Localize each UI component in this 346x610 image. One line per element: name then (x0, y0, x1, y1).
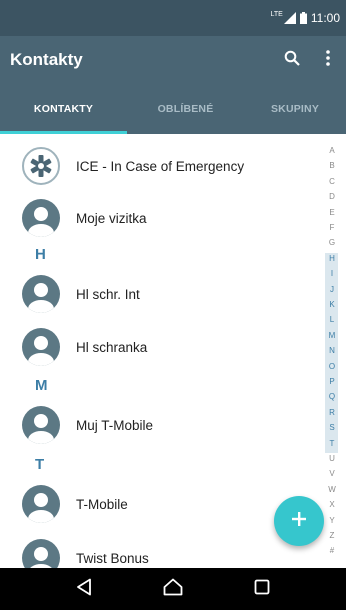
status-bar: LTE 11:00 (0, 0, 346, 36)
index-letter[interactable]: D (318, 192, 346, 201)
index-letter[interactable]: O (318, 362, 346, 371)
index-letter[interactable]: # (318, 546, 346, 555)
home-button[interactable] (153, 569, 193, 609)
contact-row[interactable]: Moje vizitka (0, 192, 318, 244)
tab-skupiny[interactable]: SKUPINY (244, 84, 346, 134)
contact-row-ice[interactable]: ICE - In Case of Emergency (0, 140, 318, 192)
contact-row[interactable]: Hl schranka (0, 321, 318, 373)
index-letter[interactable]: K (318, 300, 346, 309)
ice-icon (22, 147, 60, 185)
index-letter[interactable]: W (318, 485, 346, 494)
index-letter[interactable]: P (318, 377, 346, 386)
app-toolbar: Kontakty (0, 36, 346, 84)
index-letter[interactable]: L (318, 315, 346, 324)
index-letter[interactable]: V (318, 469, 346, 478)
person-icon (22, 539, 60, 568)
page-title: Kontakty (10, 50, 83, 69)
more-options-button[interactable] (310, 42, 346, 78)
person-icon (22, 406, 60, 444)
more-vert-icon (326, 49, 330, 71)
index-letter[interactable]: S (318, 423, 346, 432)
recents-button[interactable] (242, 569, 282, 609)
contact-name: Twist Bonus (76, 550, 149, 566)
back-icon (76, 578, 92, 601)
system-nav-bar (0, 568, 346, 610)
index-letter[interactable]: X (318, 500, 346, 509)
battery-icon (299, 12, 307, 24)
index-letter[interactable]: R (318, 408, 346, 417)
person-icon (22, 275, 60, 313)
index-letter[interactable]: Z (318, 531, 346, 540)
index-letter[interactable]: U (318, 454, 346, 463)
contact-name: Muj T-Mobile (76, 417, 154, 433)
contact-row[interactable]: Twist Bonus (0, 532, 318, 568)
person-icon (22, 328, 60, 366)
section-header-h: H (35, 246, 46, 263)
home-icon (163, 578, 183, 601)
search-button[interactable] (274, 42, 310, 78)
index-letter[interactable]: H (318, 254, 346, 263)
contact-name: T-Mobile (76, 496, 128, 512)
index-letter[interactable]: B (318, 161, 346, 170)
index-letter[interactable]: F (318, 223, 346, 232)
contact-name: Hl schranka (76, 339, 148, 355)
index-letter[interactable]: A (318, 146, 346, 155)
index-letter[interactable]: E (318, 208, 346, 217)
add-contact-button[interactable] (274, 496, 324, 546)
search-icon (284, 50, 300, 71)
add-icon (291, 511, 307, 532)
tab-oblibene[interactable]: OBLÍBENÉ (127, 84, 244, 134)
index-letter[interactable]: J (318, 285, 346, 294)
index-letter[interactable]: I (318, 269, 346, 278)
index-letter[interactable]: C (318, 177, 346, 186)
index-letter[interactable]: T (318, 439, 346, 448)
alphabet-index[interactable]: A B C D E F G H I J K L M N O P Q R S T U V W X Y Z # (318, 146, 346, 566)
contact-name: Moje vizitka (76, 210, 147, 226)
section-header-m: M (35, 377, 48, 394)
contact-row[interactable]: T-Mobile (0, 478, 318, 530)
index-letter[interactable]: G (318, 238, 346, 247)
index-letter[interactable]: Q (318, 392, 346, 401)
contact-name: Hl schr. Int (76, 286, 140, 302)
index-letter[interactable]: M (318, 331, 346, 340)
contact-row[interactable]: Hl schr. Int (0, 268, 318, 320)
contact-row[interactable]: Muj T-Mobile (0, 399, 318, 451)
network-type: LTE (270, 10, 283, 18)
tab-kontakty[interactable]: KONTAKTY (0, 84, 127, 134)
tab-bar: KONTAKTY OBLÍBENÉ SKUPINY (0, 84, 346, 134)
contact-list: ICE - In Case of Emergency Moje vizitka … (0, 140, 318, 568)
back-button[interactable] (64, 569, 104, 609)
contact-name: ICE - In Case of Emergency (76, 158, 245, 174)
recents-icon (254, 579, 270, 600)
person-icon (22, 485, 60, 523)
section-header-t: T (35, 456, 45, 473)
signal-icon (283, 12, 296, 24)
clock: 11:00 (310, 11, 340, 25)
index-letter[interactable]: N (318, 346, 346, 355)
person-icon (22, 199, 60, 237)
